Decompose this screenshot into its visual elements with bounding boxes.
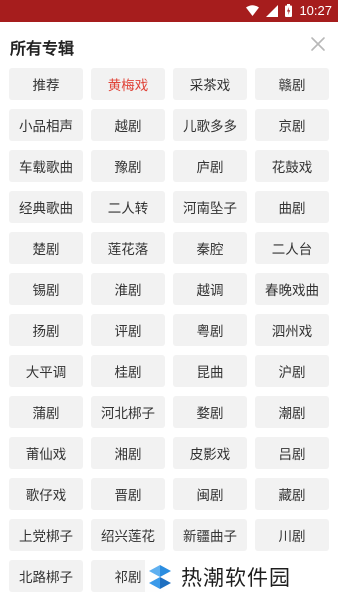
album-tag[interactable]: 湘剧 [91, 437, 165, 469]
album-tag[interactable]: 上党梆子 [9, 519, 83, 551]
album-tag[interactable]: 蒲剧 [9, 396, 83, 428]
status-bar: 10:27 [0, 0, 338, 22]
album-tag[interactable]: 桂剧 [91, 355, 165, 387]
album-tag[interactable]: 车载歌曲 [9, 150, 83, 182]
album-tag[interactable]: 河南坠子 [173, 191, 247, 223]
album-tag[interactable]: 越调 [173, 273, 247, 305]
album-tag[interactable]: 莆仙戏 [9, 437, 83, 469]
wifi-icon [246, 5, 260, 16]
album-tag[interactable]: 春晚戏曲 [255, 273, 329, 305]
album-tag[interactable]: 儿歌多多 [173, 109, 247, 141]
album-tag[interactable]: 泗州戏 [255, 314, 329, 346]
album-tag[interactable]: 二人台 [255, 232, 329, 264]
album-tag[interactable]: 京剧 [255, 109, 329, 141]
album-tag[interactable]: 评剧 [91, 314, 165, 346]
album-tag[interactable]: 藏剧 [255, 478, 329, 510]
album-tag[interactable]: 赣剧 [255, 68, 329, 100]
album-tag[interactable]: 小品相声 [9, 109, 83, 141]
header: 所有专辑 [0, 22, 338, 68]
status-time: 10:27 [299, 3, 332, 18]
close-button[interactable] [310, 36, 326, 52]
close-icon [311, 37, 325, 51]
album-grid: 推荐 黄梅戏 采茶戏 赣剧小品相声 越剧 儿歌多多 京剧车载歌曲 豫剧 庐剧 花鼓戏经典歌曲 二人转… [9, 68, 331, 592]
album-tag[interactable]: 新疆曲子 [173, 519, 247, 551]
album-tag[interactable]: 庐剧 [173, 150, 247, 182]
battery-icon [285, 4, 293, 17]
album-tag[interactable]: 大平调 [9, 355, 83, 387]
album-tag[interactable]: 扬剧 [9, 314, 83, 346]
album-tag[interactable]: 黄梅戏 [91, 68, 165, 100]
album-tag[interactable]: 采茶戏 [173, 68, 247, 100]
album-tag[interactable]: 绍兴莲花 [91, 519, 165, 551]
album-tag[interactable]: 晋剧 [91, 478, 165, 510]
album-tag[interactable]: 二人转 [91, 191, 165, 223]
album-tag[interactable]: 越剧 [91, 109, 165, 141]
album-tag[interactable]: 楚剧 [9, 232, 83, 264]
album-tag[interactable]: 锡剧 [9, 273, 83, 305]
album-tag[interactable]: 花鼓戏 [255, 150, 329, 182]
album-tag[interactable]: 吕剧 [255, 437, 329, 469]
album-tag[interactable]: 曲剧 [255, 191, 329, 223]
album-tag[interactable]: 沪剧 [255, 355, 329, 387]
album-tag[interactable]: 歌仔戏 [9, 478, 83, 510]
album-tag[interactable]: 推荐 [9, 68, 83, 100]
album-tag[interactable]: 婺剧 [173, 396, 247, 428]
watermark-logo-icon [149, 565, 171, 589]
album-tag[interactable]: 豫剧 [91, 150, 165, 182]
album-tag[interactable]: 潮剧 [255, 396, 329, 428]
album-tag[interactable]: 经典歌曲 [9, 191, 83, 223]
album-tag[interactable]: 闽剧 [173, 478, 247, 510]
page-title: 所有专辑 [10, 39, 75, 58]
album-tag[interactable]: 莲花落 [91, 232, 165, 264]
status-icons: 10:27 [246, 3, 332, 18]
watermark: 热潮软件园 [145, 554, 338, 600]
album-tag[interactable]: 秦腔 [173, 232, 247, 264]
album-tag[interactable]: 昆曲 [173, 355, 247, 387]
album-tag[interactable]: 北路梆子 [9, 560, 83, 592]
album-tag[interactable]: 河北梆子 [91, 396, 165, 428]
album-tag[interactable]: 粤剧 [173, 314, 247, 346]
album-tag[interactable]: 川剧 [255, 519, 329, 551]
album-tag[interactable]: 皮影戏 [173, 437, 247, 469]
album-tag[interactable]: 淮剧 [91, 273, 165, 305]
signal-icon [266, 4, 279, 17]
watermark-text: 热潮软件园 [181, 566, 291, 590]
